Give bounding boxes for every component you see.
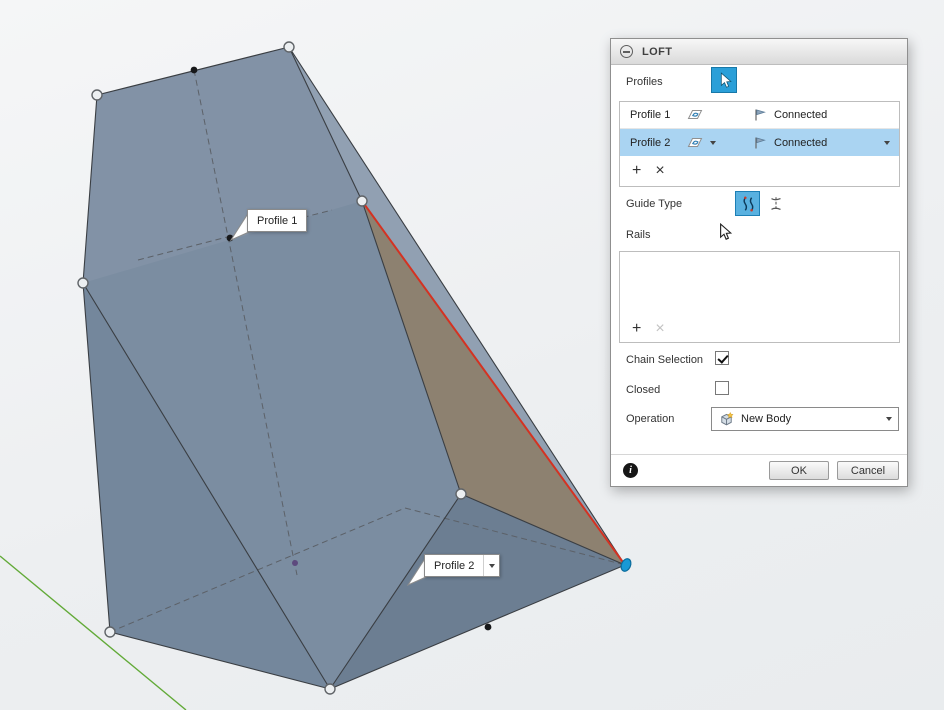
add-rail-button[interactable]: + [632, 321, 641, 337]
dialog-header[interactable]: LOFT [611, 39, 907, 65]
profile2-tag-dropdown[interactable] [483, 555, 499, 576]
connected-flag-icon [755, 109, 766, 121]
sketch-profile-icon [687, 110, 703, 119]
collapse-icon[interactable] [620, 45, 633, 58]
profiles-select-button[interactable] [711, 67, 737, 93]
closed-checkbox[interactable] [715, 381, 729, 395]
guide-type-centerline-button[interactable] [763, 191, 788, 216]
remove-rail-button[interactable]: × [655, 321, 664, 337]
profile-row-2-status: Connected [774, 136, 828, 149]
operation-label: Operation [626, 413, 675, 425]
operation-dropdown[interactable]: New Body [711, 407, 899, 431]
chevron-down-icon[interactable] [884, 140, 890, 145]
profile-row-1-status: Connected [774, 109, 828, 121]
connected-flag-icon [755, 136, 766, 148]
rails-select-cursor-icon[interactable] [715, 222, 733, 241]
profile2-tag[interactable]: Profile 2 [424, 554, 501, 577]
ok-button[interactable]: OK [769, 461, 829, 480]
chevron-down-icon [886, 417, 892, 421]
guide-centerline-icon [770, 196, 781, 211]
rails-list-box[interactable]: + × [619, 251, 900, 343]
operation-value: New Body [741, 413, 792, 425]
chain-selection-label: Chain Selection [626, 354, 704, 366]
loft-dialog: LOFT Profiles Profile 1 Connected Profil… [610, 38, 908, 487]
profiles-label: Profiles [626, 76, 663, 88]
profile-row-1-name: Profile 1 [630, 109, 671, 121]
minus-glyph [623, 50, 630, 53]
rails-label: Rails [626, 229, 651, 241]
new-body-icon [721, 411, 734, 425]
guide-rails-icon [742, 195, 753, 212]
sketch-point[interactable] [292, 560, 298, 566]
dialog-title: LOFT [642, 45, 673, 58]
add-profile-button[interactable]: + [632, 163, 641, 179]
profiles-table: Profile 1 Connected Profile 2 Connected … [619, 101, 900, 187]
sketch-profile-icon [687, 137, 703, 147]
closed-label: Closed [626, 384, 661, 396]
chevron-down-icon[interactable] [710, 140, 716, 145]
cancel-button[interactable]: Cancel [837, 461, 899, 480]
remove-profile-button[interactable]: × [655, 163, 664, 179]
guide-type-rails-button[interactable] [735, 191, 760, 216]
profile-row-1[interactable]: Profile 1 Connected [620, 102, 899, 129]
chain-selection-checkbox[interactable] [715, 351, 729, 365]
profile-row-2-name: Profile 2 [630, 136, 671, 149]
profile2-tag-label: Profile 2 [434, 559, 475, 572]
loft-body[interactable] [83, 47, 625, 689]
cursor-icon [720, 71, 732, 88]
guide-type-label: Guide Type [626, 198, 683, 210]
info-icon[interactable]: i [623, 463, 638, 478]
profile1-tag[interactable]: Profile 1 [247, 209, 308, 232]
chevron-down-icon [488, 563, 495, 568]
dialog-footer: i OK Cancel [611, 454, 907, 486]
profile1-tag-label: Profile 1 [257, 214, 298, 227]
profile-row-2[interactable]: Profile 2 Connected [620, 129, 899, 156]
